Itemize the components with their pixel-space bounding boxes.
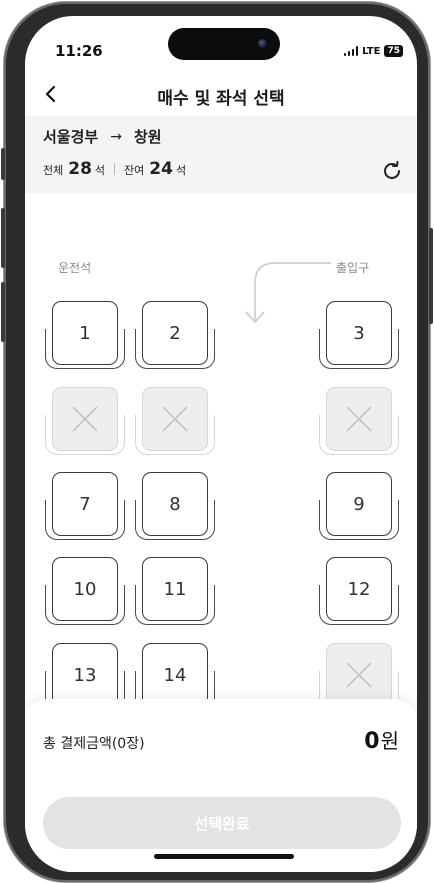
seat-cushion: 1 xyxy=(52,301,118,365)
confirm-selection-button[interactable]: 선택완료 xyxy=(43,797,401,849)
seat[interactable]: 10 xyxy=(45,557,125,627)
seat-number: 2 xyxy=(169,322,181,344)
status-time: 11:26 xyxy=(55,42,103,60)
seat[interactable]: 3 xyxy=(319,301,399,371)
volume-down-button xyxy=(1,282,5,342)
x-icon xyxy=(346,662,372,688)
total-payment-label: 총 결제금액(0장) xyxy=(43,736,145,752)
seat-number: 11 xyxy=(163,578,187,600)
remaining-seats-value: 24 xyxy=(149,159,173,179)
route-destination: 창원 xyxy=(133,128,162,146)
seat-number: 10 xyxy=(73,578,97,600)
seat-number: 1 xyxy=(79,322,91,344)
seat-unavailable xyxy=(135,387,215,457)
route-origin: 서울경부 xyxy=(43,128,99,146)
status-indicators: LTE 75 xyxy=(343,45,403,57)
seat[interactable]: 12 xyxy=(319,557,399,627)
seat[interactable]: 1 xyxy=(45,301,125,371)
route: 서울경부 → 창원 xyxy=(43,126,162,147)
battery-icon: 75 xyxy=(384,45,403,57)
seat[interactable]: 9 xyxy=(319,472,399,542)
seat[interactable]: 8 xyxy=(135,472,215,542)
seat-unavailable xyxy=(45,387,125,457)
total-seats-unit: 석 xyxy=(94,164,106,177)
seat[interactable]: 2 xyxy=(135,301,215,371)
page-title: 매수 및 좌석 선택 xyxy=(157,89,285,109)
seat-number: 12 xyxy=(347,578,371,600)
x-icon xyxy=(72,406,98,432)
seat-cushion xyxy=(142,387,208,451)
home-indicator xyxy=(154,854,294,859)
camera-icon xyxy=(258,39,267,48)
phone-frame: 11:26 LTE 75 매수 및 좌석 선택 서울경부 → 창원 전체 28 xyxy=(1,2,433,882)
route-arrow: → xyxy=(110,128,122,145)
seat-number: 9 xyxy=(353,493,365,515)
route-info: 서울경부 → 창원 전체 28 석 잔여 24 석 xyxy=(25,116,417,193)
seat-cushion: 7 xyxy=(52,472,118,536)
dynamic-island xyxy=(168,28,280,60)
mute-switch xyxy=(1,148,5,180)
seat-cushion: 11 xyxy=(142,557,208,621)
seat-number: 3 xyxy=(353,322,365,344)
seat-cushion xyxy=(326,643,392,707)
seat-number: 14 xyxy=(163,664,187,686)
seat[interactable]: 11 xyxy=(135,557,215,627)
x-icon xyxy=(346,406,372,432)
seat-cushion xyxy=(52,387,118,451)
total-seats-value: 28 xyxy=(68,159,92,179)
seat-cushion: 13 xyxy=(52,643,118,707)
divider xyxy=(114,163,116,175)
screen: 11:26 LTE 75 매수 및 좌석 선택 서울경부 → 창원 전체 28 xyxy=(25,16,417,872)
seat-cushion: 9 xyxy=(326,472,392,536)
seat-unavailable xyxy=(319,387,399,457)
header: 매수 및 좌석 선택 xyxy=(25,72,417,116)
amount-value: 0 xyxy=(364,729,380,754)
seat-counts: 전체 28 석 잔여 24 석 xyxy=(43,159,186,179)
signal-icon xyxy=(343,46,359,56)
seat-cushion: 8 xyxy=(142,472,208,536)
volume-up-button xyxy=(1,208,5,268)
total-payment-amount: 0 원 xyxy=(364,725,399,754)
seat-cushion xyxy=(326,387,392,451)
payment-summary: 총 결제금액(0장) 0 원 선택완료 xyxy=(25,699,417,872)
seat-cushion: 14 xyxy=(142,643,208,707)
total-seats-label: 전체 xyxy=(43,164,64,177)
remaining-seats-label: 잔여 xyxy=(124,164,145,177)
seat-number: 8 xyxy=(169,493,181,515)
driver-seat-label: 운전석 xyxy=(58,261,92,275)
seat-number: 13 xyxy=(73,664,97,686)
seat[interactable]: 7 xyxy=(45,472,125,542)
seat-number: 7 xyxy=(79,493,91,515)
x-icon xyxy=(162,406,188,432)
currency-unit: 원 xyxy=(380,729,399,753)
remaining-seats-unit: 석 xyxy=(175,164,187,177)
seat-cushion: 12 xyxy=(326,557,392,621)
power-button xyxy=(429,228,433,324)
network-type: LTE xyxy=(362,45,381,57)
seat-cushion: 2 xyxy=(142,301,208,365)
seat-map: 운전석 출입구 1 2 3 7 8 9 10 11 12 13 14 xyxy=(25,193,417,713)
seat-cushion: 3 xyxy=(326,301,392,365)
refresh-icon[interactable] xyxy=(381,160,403,182)
entrance-label: 출입구 xyxy=(336,261,370,275)
seat-cushion: 10 xyxy=(52,557,118,621)
